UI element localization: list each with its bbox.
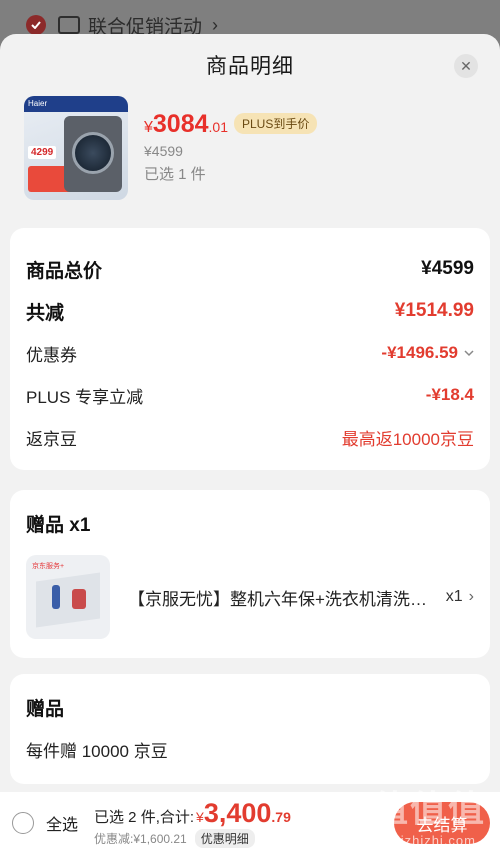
cart-totals: 已选 2 件,合计: ¥ 3,400 .79 优惠减:¥1,600.21 优惠明… [94,798,291,848]
summary-row-coupon[interactable]: 优惠券 -¥1496.59 [26,332,474,374]
gift-image: 京东服务+ [26,555,110,639]
total-label: 已选 2 件,合计: [94,809,195,826]
plus-price-badge: PLUS到手价 [234,113,318,134]
select-all-radio[interactable] [12,812,34,834]
bonus-text: 每件赠 10000 京豆 [26,742,168,761]
chevron-right-icon: › [468,588,474,605]
price-summary-card: 商品总价 ¥4599 共减 ¥1514.99 优惠券 -¥1496.59 PLU… [10,228,490,470]
checked-icon [26,15,46,35]
total-amount: 3,400 [203,798,272,828]
reduce-value: ¥1514.99 [394,300,474,321]
image-price-tag: 4299 [28,146,57,159]
gift-name: 【京服无忧】整机六年保+洗衣机清洗服务 [128,589,438,609]
gift-quantity: x1 [445,588,463,605]
watermark-logo: 值值值 [371,788,486,829]
discount-text: 优惠减:¥1,600.21 [94,832,187,846]
checkout-bar: 全选 已选 2 件,合计: ¥ 3,400 .79 优惠减:¥1,600.21 … [0,788,500,854]
gift-title: 赠品 x1 [26,515,91,536]
sheet-header: 商品明细 ✕ [0,34,500,96]
product-image[interactable]: Haier 4299 [24,96,128,200]
summary-row-reduce: 共减 ¥1514.99 [26,300,474,324]
gift-card: 赠品 x1 京东服务+ 【京服无忧】整机六年保+洗衣机清洗服务 x1 › [10,490,490,658]
discount-detail-button[interactable]: 优惠明细 [194,829,255,848]
beans-value: 最高返10000京豆 [341,429,474,449]
watermark-url: zhizhizhi.com [384,833,476,848]
product-price: ¥ 3084 .01 PLUS到手价 [144,110,318,139]
summary-row-beans: 返京豆 最高返10000京豆 [26,416,474,458]
bonus-gift-card: 赠品 每件赠 10000 京豆 [10,674,490,784]
close-button[interactable]: ✕ [454,54,478,78]
select-all-label[interactable]: 全选 [46,811,78,835]
selected-quantity: 已选 1 件 [144,166,206,183]
summary-row-total: 商品总价 ¥4599 [26,258,474,282]
plus-discount-value: -¥18.4 [425,385,474,404]
summary-row-plus: PLUS 专享立减 -¥18.4 [26,385,474,407]
sheet-title: 商品明细 [206,55,294,78]
bonus-title: 赠品 [26,699,65,720]
original-price: ¥4599 [144,143,183,159]
chevron-down-icon [464,346,474,360]
coupon-value[interactable]: -¥1496.59 [381,343,474,363]
product-detail-sheet: 商品明细 ✕ Haier 4299 ¥ 3084 .01 PLUS到手价 ¥45… [0,34,500,854]
brand-logo: Haier [24,96,128,112]
product-row: Haier 4299 ¥ 3084 .01 PLUS到手价 ¥4599 已选 1… [0,96,500,212]
chevron-right-icon: › [212,14,219,35]
product-info: ¥ 3084 .01 PLUS到手价 ¥4599 已选 1 件 [144,96,318,212]
service-logo: 京东服务+ [32,563,65,570]
total-value: ¥4599 [421,258,474,279]
gift-item[interactable]: 京东服务+ 【京服无忧】整机六年保+洗衣机清洗服务 x1 › [26,555,474,639]
store-icon [58,16,80,34]
